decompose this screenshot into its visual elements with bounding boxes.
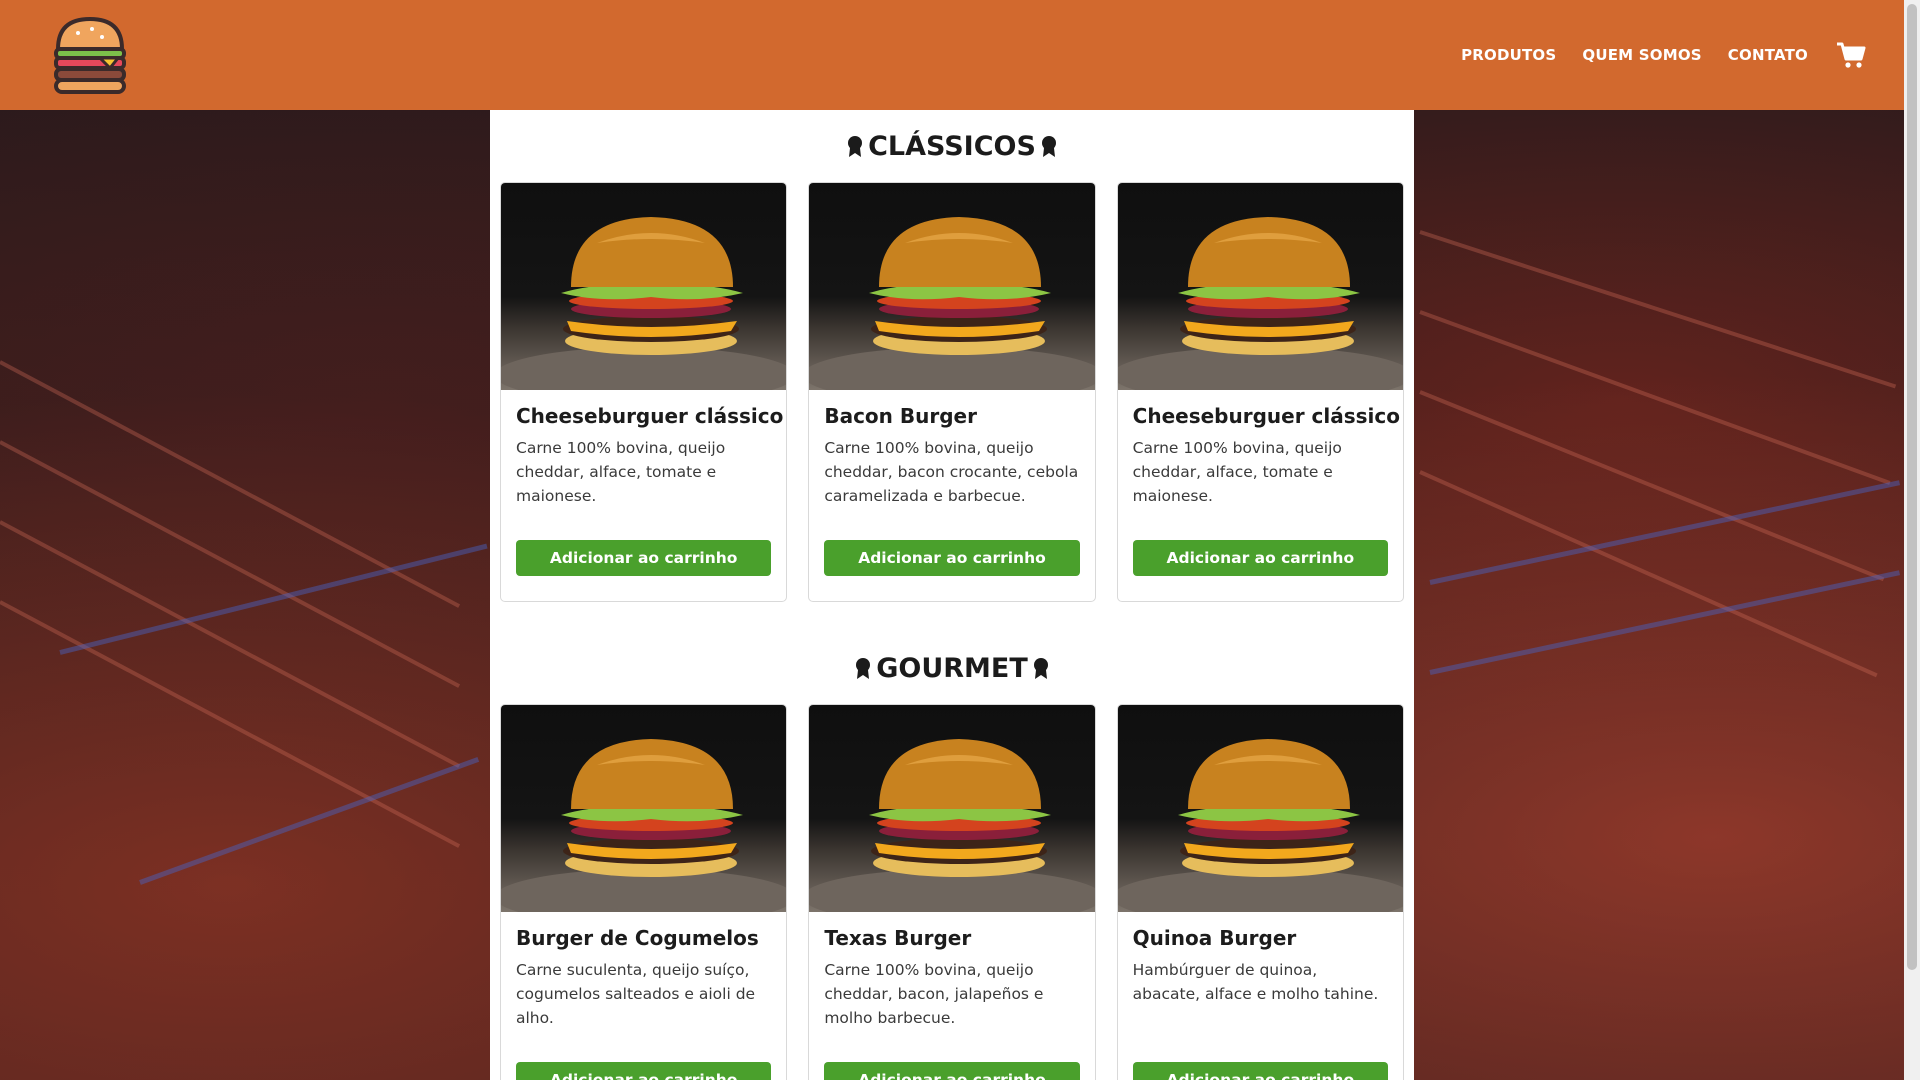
product-name: Quinoa Burger — [1132, 926, 1297, 950]
product-grid-gourmet: Burger de Cogumelos Carne suculenta, que… — [490, 704, 1414, 1080]
product-description: Carne 100% bovina, queijo cheddar, alfac… — [1132, 439, 1342, 505]
medal-icon — [1033, 658, 1048, 679]
product-name: Texas Burger — [824, 926, 972, 950]
add-to-cart-button[interactable]: Adicionar ao carrinho — [824, 1062, 1080, 1080]
product-name: Cheeseburguer clássico — [1132, 404, 1400, 428]
site-header: PRODUTOS QUEM SOMOS CONTATO — [0, 0, 1904, 110]
add-to-cart-button[interactable]: Adicionar ao carrinho — [1132, 540, 1388, 576]
product-card: Quinoa Burger Hambúrguer de quinoa, abac… — [1116, 704, 1404, 1080]
burger-photo — [809, 183, 1095, 390]
section-title-text: GOURMET — [876, 652, 1028, 684]
nav-contato[interactable]: CONTATO — [1728, 46, 1808, 64]
product-card: Texas Burger Carne 100% bovina, queijo c… — [808, 704, 1096, 1080]
medal-icon — [848, 136, 863, 157]
burger-photo — [501, 705, 787, 912]
product-name: Bacon Burger — [824, 404, 977, 428]
product-card: Bacon Burger Carne 100% bovina, queijo c… — [808, 182, 1096, 602]
product-grid-classicos: Cheeseburguer clássico Carne 100% bovina… — [490, 182, 1414, 602]
product-card: Burger de Cogumelos Carne suculenta, que… — [500, 704, 788, 1080]
product-card: Cheeseburguer clássico Carne 100% bovina… — [500, 182, 788, 602]
medal-icon — [856, 658, 871, 679]
scrollbar-thumb[interactable] — [1907, 4, 1917, 970]
shopping-cart-icon[interactable] — [1836, 40, 1866, 70]
product-card: Cheeseburguer clássico Carne 100% bovina… — [1116, 182, 1404, 602]
add-to-cart-button[interactable]: Adicionar ao carrinho — [1132, 1062, 1388, 1080]
add-to-cart-button[interactable]: Adicionar ao carrinho — [824, 540, 1080, 576]
add-to-cart-button[interactable]: Adicionar ao carrinho — [516, 540, 772, 576]
product-name: Burger de Cogumelos — [516, 926, 759, 950]
medal-icon — [1041, 136, 1056, 157]
burger-photo — [1117, 705, 1403, 912]
section-title-text: CLÁSSICOS — [868, 130, 1036, 162]
section-title-classicos: CLÁSSICOS — [490, 110, 1414, 182]
menu-content: CLÁSSICOS Cheeseburguer clássico Carne 1… — [490, 110, 1414, 1080]
burger-logo-icon[interactable] — [48, 13, 132, 97]
burger-photo — [1117, 183, 1403, 390]
page-scrollbar[interactable] — [1904, 0, 1920, 1080]
burger-photo — [809, 705, 1095, 912]
nav-produtos[interactable]: PRODUTOS — [1461, 46, 1556, 64]
section-title-gourmet: GOURMET — [490, 632, 1414, 704]
product-description: Carne suculenta, queijo suíço, cogumelos… — [516, 961, 756, 1027]
burger-photo — [501, 183, 787, 390]
product-name: Cheeseburguer clássico — [516, 404, 784, 428]
nav-quem-somos[interactable]: QUEM SOMOS — [1582, 46, 1701, 64]
add-to-cart-button[interactable]: Adicionar ao carrinho — [516, 1062, 772, 1080]
product-description: Carne 100% bovina, queijo cheddar, bacon… — [824, 439, 1079, 505]
product-description: Hambúrguer de quinoa, abacate, alface e … — [1132, 961, 1379, 1003]
product-description: Carne 100% bovina, queijo cheddar, alfac… — [516, 439, 726, 505]
product-description: Carne 100% bovina, queijo cheddar, bacon… — [824, 961, 1044, 1027]
main-nav: PRODUTOS QUEM SOMOS CONTATO — [1461, 40, 1866, 70]
